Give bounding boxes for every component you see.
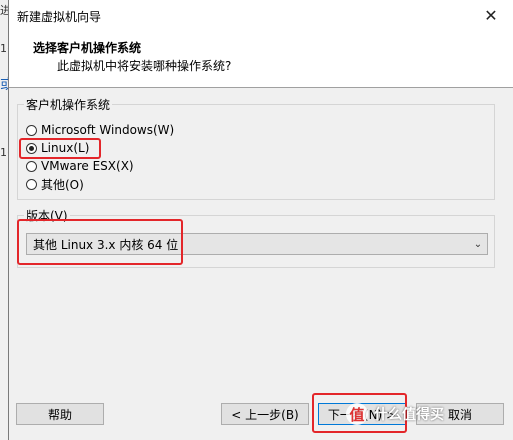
radio-label: VMware ESX(X) (41, 159, 134, 173)
radio-label: Microsoft Windows(W) (41, 123, 175, 137)
help-button[interactable]: 帮助 (16, 403, 104, 425)
wizard-header: 选择客户机操作系统 此虚拟机中将安装哪种操作系统? (9, 31, 513, 88)
watermark-text: 什么值得买 (374, 407, 444, 423)
version-highlight-box (17, 219, 183, 265)
radio-windows[interactable]: Microsoft Windows(W) (26, 122, 174, 138)
radio-vmware-esx[interactable]: VMware ESX(X) (26, 158, 134, 174)
title-bar: 新建虚拟机向导 ✕ (9, 0, 513, 31)
linux-highlight-box (19, 138, 101, 159)
page-title: 选择客户机操作系统 (33, 41, 142, 55)
watermark-logo-icon: 值 (346, 403, 368, 425)
radio-button-icon (26, 160, 37, 172)
back-button[interactable]: < 上一步(B) (221, 403, 309, 425)
radio-other[interactable]: 其他(O) (26, 176, 84, 192)
chevron-down-icon: ⌄ (473, 238, 483, 250)
guest-os-legend: 客户机操作系统 (24, 96, 113, 113)
close-icon: ✕ (484, 6, 498, 25)
window-title: 新建虚拟机向导 (17, 10, 102, 24)
page-subtitle: 此虚拟机中将安装哪种操作系统? (57, 59, 232, 73)
radio-button-icon (26, 178, 37, 190)
close-button[interactable]: ✕ (469, 0, 513, 31)
watermark: 值 什么值得买 (346, 401, 506, 427)
radio-label: 其他(O) (41, 177, 84, 192)
radio-button-icon (26, 124, 37, 136)
